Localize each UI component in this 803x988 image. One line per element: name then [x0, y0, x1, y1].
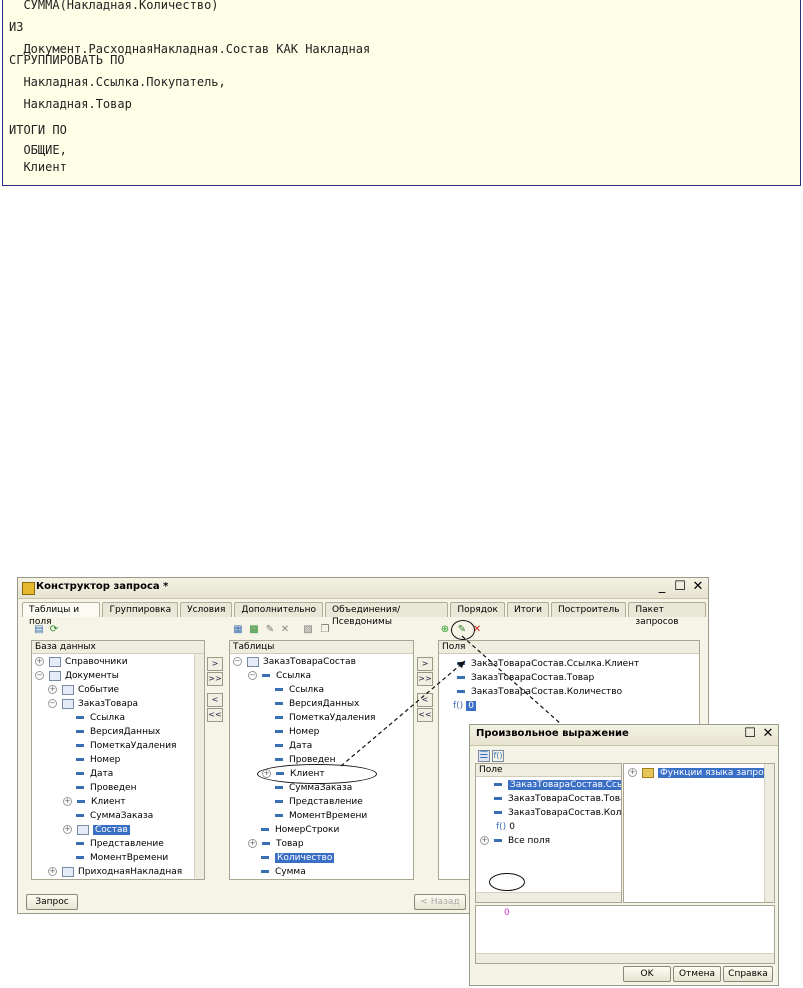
- dialog-title: Произвольное выражение: [476, 728, 629, 739]
- dialog-titlebar: Произвольное выражение ☐ ✕: [470, 725, 778, 746]
- field-item[interactable]: ЗаказТовараСостав.Товар: [494, 792, 621, 806]
- help-button[interactable]: Справка: [723, 966, 773, 982]
- field-item-selected[interactable]: ЗаказТовараСостав.Ссылка.Клиент: [494, 778, 621, 792]
- horizontal-scrollbar[interactable]: [476, 892, 621, 902]
- ok-button[interactable]: OK: [623, 966, 671, 982]
- functions-item[interactable]: + Функции языка запросов: [628, 766, 774, 780]
- cancel-button[interactable]: Отмена: [673, 966, 721, 982]
- vertical-scrollbar[interactable]: [764, 764, 774, 902]
- arrow-line: [461, 635, 571, 733]
- field-item[interactable]: + Все поля: [480, 834, 550, 848]
- folder-icon: [642, 767, 654, 778]
- function-icon: f(): [496, 822, 507, 832]
- panel-header: Поле: [476, 764, 621, 777]
- function-icon[interactable]: f(): [492, 750, 504, 762]
- close-icon[interactable]: ✕: [762, 726, 774, 741]
- expression-text: 0: [504, 908, 510, 918]
- horizontal-scrollbar[interactable]: [476, 953, 774, 963]
- fields-view-icon[interactable]: ☰: [478, 750, 490, 762]
- expression-editor[interactable]: 0: [475, 905, 775, 964]
- field-item[interactable]: f() 0: [496, 820, 515, 834]
- maximize-icon[interactable]: ☐: [744, 726, 756, 741]
- arrow-line: [340, 660, 466, 767]
- functions-panel[interactable]: + Функции языка запросов: [623, 763, 775, 903]
- arbitrary-expression-dialog: Произвольное выражение ☐ ✕ ☰ f() Поле За…: [469, 724, 779, 986]
- highlight-ellipse: [489, 873, 525, 891]
- field-item[interactable]: ЗаказТовараСостав.Количество: [494, 806, 621, 820]
